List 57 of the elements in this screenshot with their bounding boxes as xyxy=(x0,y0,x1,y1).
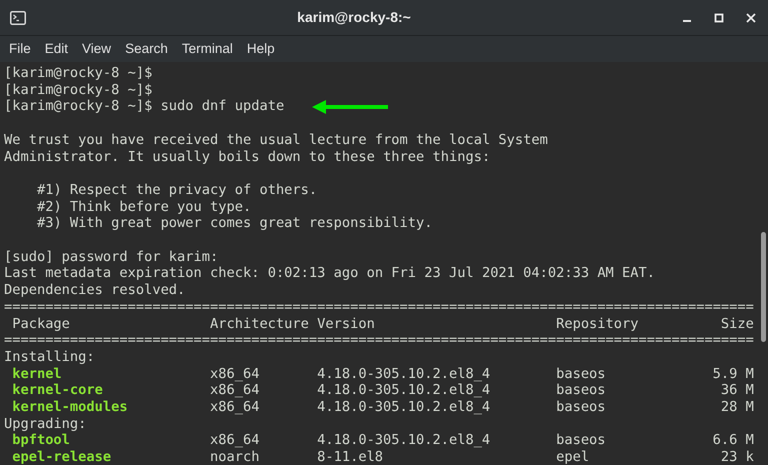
column-header: Architecture xyxy=(210,316,310,332)
menu-item[interactable]: Terminal xyxy=(174,38,240,60)
package-name: bpftool xyxy=(11,432,71,450)
table-cell-text: 4.18.0-305.10.2.el8_4 xyxy=(317,399,492,416)
terminal-line: #2) Think before you type. xyxy=(36,198,252,215)
scrollbar-thumb[interactable] xyxy=(761,232,766,342)
terminal-line: [karim@rocky-8 ~]$ xyxy=(4,82,152,98)
table-cell-text: baseos xyxy=(556,366,607,382)
table-cell-text: epel xyxy=(556,449,590,465)
table-cell-text: x86_64 xyxy=(210,399,260,416)
column-header: Version xyxy=(317,316,376,332)
terminal-line: [karim@rocky-8 ~]$ sudo dnf update xyxy=(4,98,284,116)
table-cell-text: 4.18.0-305.10.2.el8_4 xyxy=(317,432,492,450)
terminal-line: [sudo] password for karim: xyxy=(4,248,218,265)
package-name: kernel xyxy=(11,366,63,382)
package-name: kernel-core xyxy=(11,382,104,400)
separator-line: =========================================================================================== xyxy=(4,298,754,315)
menu-item[interactable]: Search xyxy=(118,38,175,60)
package-name: epel-release xyxy=(11,449,112,465)
table-cell-text: 4.18.0-305.10.2.el8_4 xyxy=(317,366,492,382)
terminal-line: Upgrading: xyxy=(4,416,86,432)
maximize-icon[interactable] xyxy=(714,12,724,22)
table-cell-text: baseos xyxy=(556,382,607,400)
table-cell-text: x86_64 xyxy=(210,366,260,382)
package-name: kernel-modules xyxy=(11,399,129,416)
table-cell-text: 23 k xyxy=(720,449,754,465)
terminal-line: #1) Respect the privacy of others. xyxy=(36,182,318,198)
arrow-icon xyxy=(312,100,388,114)
table-cell-text: 8-11.el8 xyxy=(317,449,384,465)
terminal-line: #3) With great power comes great responsibility. xyxy=(36,215,433,232)
table-cell-text: x86_64 xyxy=(210,432,260,450)
table-cell-text: x86_64 xyxy=(210,382,260,400)
column-header: Package xyxy=(11,316,71,332)
table-cell-text: 4.18.0-305.10.2.el8_4 xyxy=(317,382,492,400)
terminal-icon[interactable] xyxy=(10,10,26,24)
table-cell-text: noarch xyxy=(210,449,260,465)
close-icon[interactable] xyxy=(746,12,756,22)
terminal-line: [karim@rocky-8 ~]$ xyxy=(4,65,152,81)
table-cell-text: 5.9 M xyxy=(712,366,754,382)
terminal-line: Dependencies resolved. xyxy=(4,282,186,298)
table-cell-text: 28 M xyxy=(720,399,754,416)
table-cell-text: baseos xyxy=(556,432,607,450)
separator-line: =========================================================================================== xyxy=(4,332,754,348)
terminal-line: Administrator. It usually boils down to these three things: xyxy=(4,148,490,164)
table-cell-text: 36 M xyxy=(720,382,754,400)
table-cell-text: baseos xyxy=(556,399,607,416)
menu-item[interactable]: File xyxy=(2,38,38,60)
window-title: karim@rocky-8:~ xyxy=(297,8,411,27)
terminal-line: Last metadata expiration check: 0:02:13 ago on Fri 23 Jul 2021 04:02:33 AM EAT. xyxy=(4,265,656,282)
menu-item[interactable]: View xyxy=(75,38,118,60)
menu-item[interactable]: Help xyxy=(240,38,282,60)
column-header: Size xyxy=(720,316,754,332)
terminal-line: Installing: xyxy=(4,348,95,365)
terminal-line: We trust you have received the usual lecture from the local System xyxy=(4,132,548,148)
table-cell-text: 6.6 M xyxy=(712,432,754,450)
column-header: Repository xyxy=(556,316,640,332)
menu-item[interactable]: Edit xyxy=(38,38,76,60)
